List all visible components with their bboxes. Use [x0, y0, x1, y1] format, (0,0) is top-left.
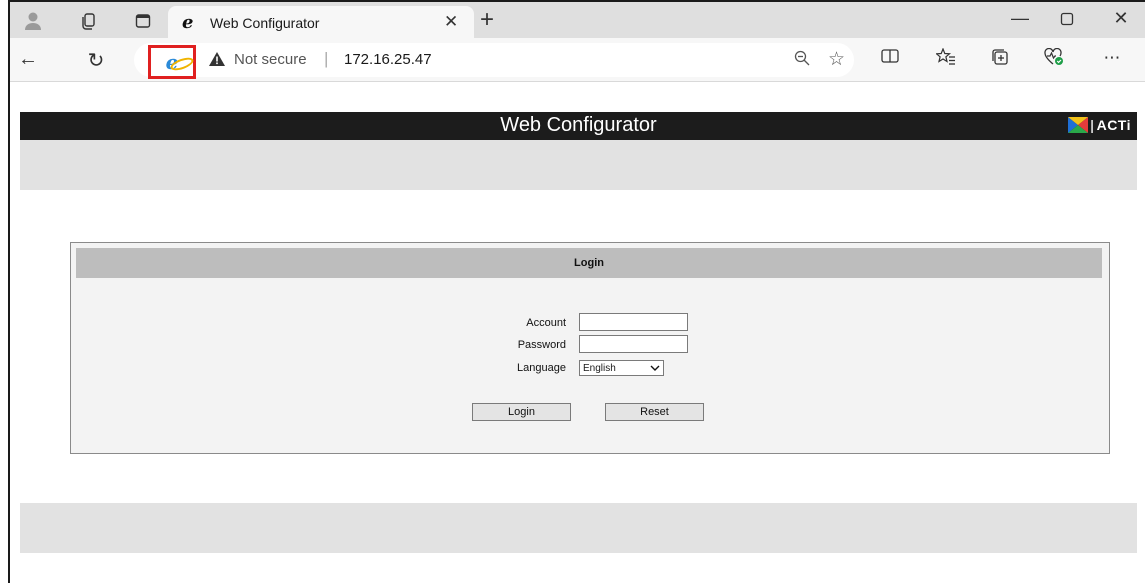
- ie-mode-icon[interactable]: e: [148, 45, 196, 79]
- reset-button[interactable]: Reset: [605, 403, 704, 421]
- app-header: Web Configurator | ACTi: [20, 112, 1137, 140]
- profile-icon[interactable]: [22, 10, 44, 32]
- separator: |: [324, 49, 329, 68]
- warning-icon[interactable]: [208, 51, 226, 67]
- login-button[interactable]: Login: [472, 403, 571, 421]
- collections-icon[interactable]: [986, 48, 1014, 71]
- zoom-out-icon[interactable]: [794, 50, 810, 71]
- top-band: [20, 140, 1137, 190]
- split-screen-icon[interactable]: [876, 48, 904, 69]
- minimize-icon[interactable]: —: [1005, 8, 1035, 29]
- chevron-down-icon: [650, 361, 660, 378]
- star-icon[interactable]: ☆: [828, 48, 845, 71]
- page-content: Web Configurator | ACTi Login Account Pa…: [20, 112, 1137, 582]
- workspaces-icon[interactable]: [78, 10, 100, 32]
- language-select[interactable]: English: [579, 360, 664, 376]
- favorites-icon[interactable]: [932, 47, 960, 71]
- address-bar[interactable]: e Not secure | 172.16.25.47 ☆: [134, 43, 854, 79]
- tab-actions-icon[interactable]: [132, 10, 154, 32]
- account-label: Account: [526, 317, 566, 329]
- tab-title: Web Configurator: [210, 15, 320, 31]
- page-title: Web Configurator: [500, 114, 657, 136]
- password-label: Password: [517, 339, 566, 351]
- back-arrow-icon[interactable]: ←: [14, 48, 42, 71]
- acti-logo: | ACTi: [1068, 117, 1131, 133]
- title-bar: e Web Configurator ✕ + — ✕: [10, 2, 1145, 38]
- url-text[interactable]: 172.16.25.47: [344, 51, 432, 68]
- tab-web-configurator[interactable]: e Web Configurator ✕: [168, 6, 474, 38]
- password-input[interactable]: [579, 335, 688, 353]
- acti-logo-mark-icon: [1068, 117, 1089, 133]
- plus-icon[interactable]: +: [480, 6, 494, 34]
- navigation-bar: ← ↻ e Not secure | 172.16.25.47 ☆ ⋯: [10, 38, 1145, 82]
- login-panel: Login Account Password Language English …: [70, 242, 1110, 454]
- browser-window: e Web Configurator ✕ + — ✕ ← ↻ e Not sec…: [8, 0, 1145, 583]
- close-window-icon[interactable]: ✕: [1106, 8, 1136, 29]
- account-input[interactable]: [579, 313, 688, 331]
- refresh-icon[interactable]: ↻: [82, 48, 110, 73]
- acti-logo-text: ACTi: [1096, 117, 1131, 133]
- login-section-title: Login: [574, 257, 604, 269]
- security-status[interactable]: Not secure: [234, 51, 307, 68]
- close-icon[interactable]: ✕: [444, 12, 458, 32]
- login-section-header: Login: [76, 248, 1102, 278]
- ie-favicon: e: [182, 12, 194, 33]
- language-selected-value: English: [583, 362, 616, 374]
- maximize-icon[interactable]: [1052, 10, 1082, 31]
- language-label: Language: [517, 362, 566, 374]
- more-icon[interactable]: ⋯: [1098, 48, 1126, 68]
- browser-essentials-icon[interactable]: [1040, 47, 1068, 71]
- bottom-band: [20, 503, 1137, 553]
